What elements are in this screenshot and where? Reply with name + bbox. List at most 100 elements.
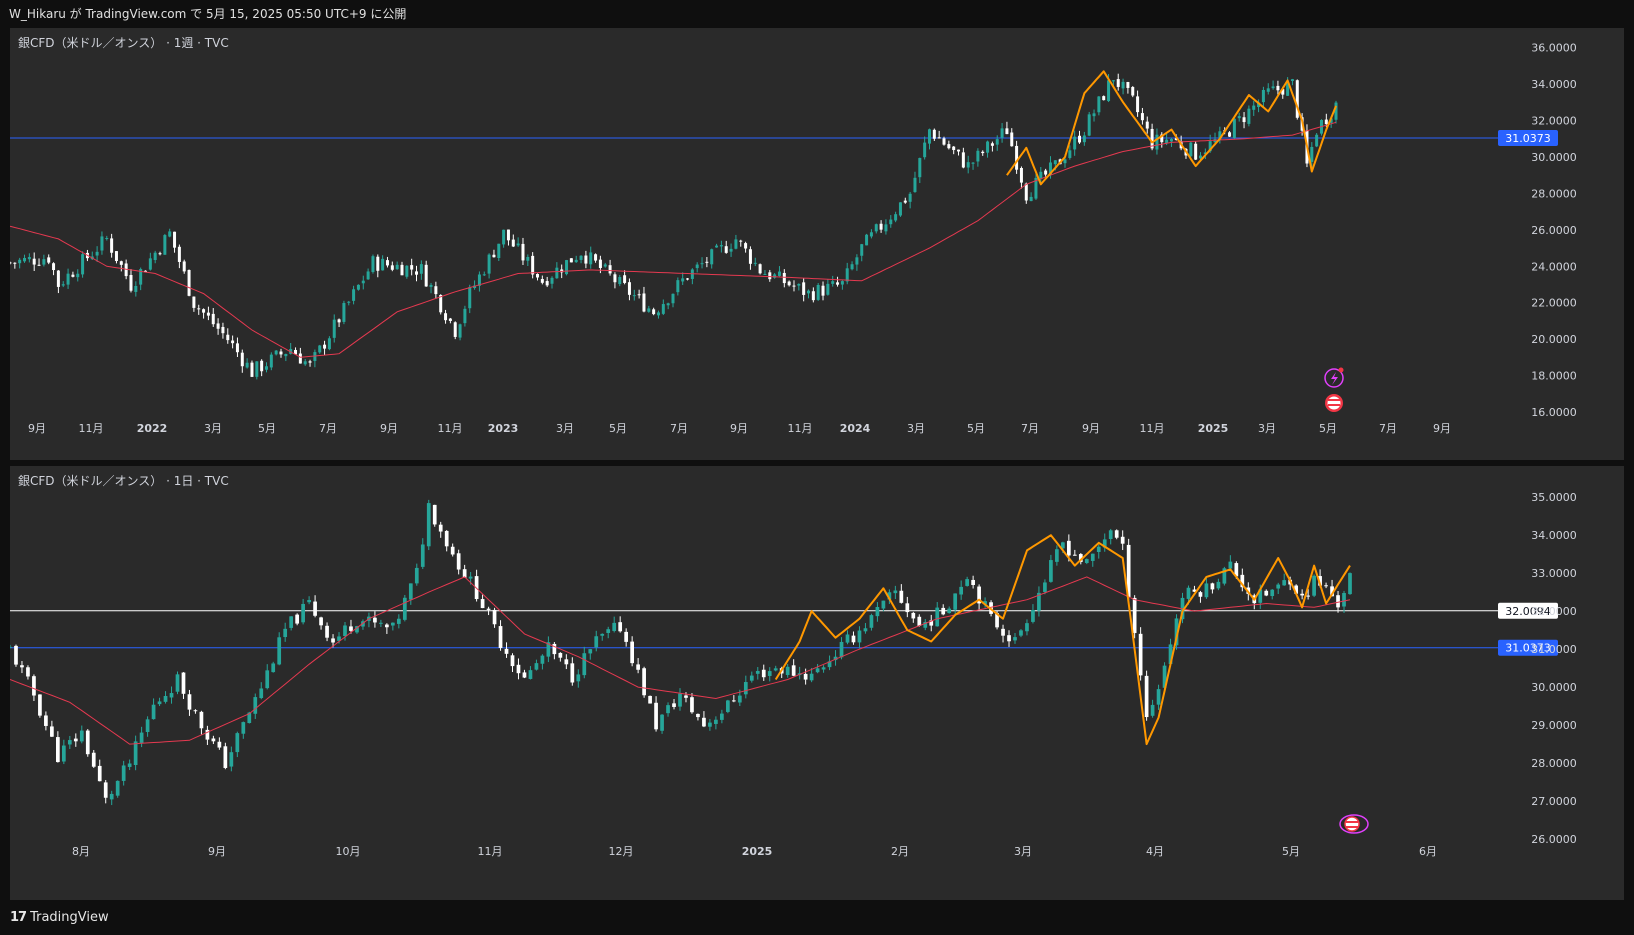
candle bbox=[510, 653, 515, 673]
candle bbox=[744, 241, 748, 253]
candle-body bbox=[550, 277, 554, 284]
candle-body bbox=[608, 265, 612, 274]
candle bbox=[647, 305, 651, 313]
candle-body bbox=[1144, 675, 1149, 718]
us-flag-icon-stripe bbox=[1328, 399, 1340, 401]
candle bbox=[576, 669, 581, 688]
tradingview-brand[interactable]: TradingView bbox=[30, 910, 109, 925]
tradingview-logo-icon: 17 bbox=[10, 910, 27, 925]
candle bbox=[1261, 86, 1265, 107]
candle-body bbox=[1261, 89, 1265, 103]
daily-chart-svg[interactable]: 31.037332.009435.000034.000033.000032.00… bbox=[10, 466, 1624, 900]
candle-body bbox=[240, 352, 244, 367]
candle-body bbox=[632, 295, 636, 297]
candle bbox=[836, 276, 840, 287]
y-tick-label: 30.0000 bbox=[1531, 151, 1577, 164]
candle bbox=[114, 251, 118, 264]
candle bbox=[396, 614, 401, 629]
candle-body bbox=[840, 281, 844, 285]
candle-body bbox=[385, 624, 389, 628]
candle bbox=[301, 598, 305, 625]
candle bbox=[865, 233, 869, 246]
candle bbox=[874, 223, 878, 234]
y-tick-label: 26.0000 bbox=[1531, 224, 1577, 237]
candle bbox=[600, 633, 605, 641]
candle-body bbox=[737, 695, 742, 703]
candle-body bbox=[145, 719, 150, 733]
candle bbox=[1276, 582, 1281, 595]
candle bbox=[85, 729, 90, 757]
candle-body bbox=[654, 702, 658, 730]
candle-body bbox=[67, 740, 72, 745]
candle-body bbox=[755, 670, 760, 674]
candle-body bbox=[97, 765, 102, 782]
candle bbox=[402, 594, 407, 622]
x-tick-label: 11月 bbox=[79, 422, 104, 435]
candle bbox=[148, 252, 152, 271]
candle bbox=[603, 262, 607, 268]
candle-body bbox=[855, 257, 859, 265]
candle-body bbox=[1107, 80, 1111, 102]
candle bbox=[1116, 73, 1120, 91]
candle-body bbox=[576, 674, 581, 682]
candle-body bbox=[941, 607, 946, 615]
y-tick-label: 18.0000 bbox=[1531, 370, 1577, 383]
candle-body bbox=[206, 312, 210, 316]
candle bbox=[570, 657, 575, 686]
x-tick-label: 3月 bbox=[1258, 422, 1276, 435]
candle-body bbox=[719, 245, 723, 247]
candle bbox=[690, 693, 694, 714]
candle bbox=[977, 584, 981, 610]
candle bbox=[283, 622, 288, 642]
candle-body bbox=[226, 334, 230, 341]
candle bbox=[734, 234, 738, 250]
weekly-chart-svg[interactable]: 31.0373 36.0000 34.0000 32.0000 30.0000 28.00… bbox=[10, 28, 1624, 460]
candle-body bbox=[453, 322, 457, 337]
candle bbox=[492, 607, 497, 628]
candle-body bbox=[347, 301, 351, 303]
candle-body bbox=[708, 722, 712, 727]
candle-body bbox=[898, 202, 902, 216]
weekly-chart-pane[interactable]: 銀CFD（米ドル／オンス） · 1週 · TVC 31.0373 36.0000 3… bbox=[10, 28, 1624, 460]
candle-body bbox=[424, 264, 428, 287]
candle bbox=[860, 243, 864, 262]
candle bbox=[1015, 140, 1019, 174]
x-tick-label: 4月 bbox=[1146, 845, 1164, 858]
daily-chart-title: 銀CFD（米ドル／オンス） · 1日 · TVC bbox=[18, 474, 229, 488]
candle bbox=[1252, 100, 1256, 116]
candle bbox=[608, 259, 612, 276]
candle bbox=[158, 251, 162, 256]
y-tick-label: 28.0000 bbox=[1531, 757, 1577, 770]
candle-body bbox=[947, 144, 951, 149]
candle-body bbox=[298, 353, 302, 364]
candle bbox=[474, 569, 479, 602]
candle bbox=[947, 606, 952, 614]
candle-body bbox=[990, 143, 994, 146]
candle-body bbox=[917, 616, 922, 626]
candle-body bbox=[414, 567, 419, 584]
candle-body bbox=[1242, 117, 1246, 123]
candle bbox=[636, 658, 640, 674]
candle-body bbox=[139, 732, 144, 743]
candle bbox=[990, 141, 994, 152]
candle bbox=[811, 287, 815, 303]
daily-chart-pane[interactable]: 銀CFD（米ドル／オンス） · 1日 · TVC 31.0373 32.0094 3… bbox=[10, 466, 1624, 900]
candle bbox=[1282, 573, 1287, 586]
candle bbox=[618, 616, 623, 633]
candle bbox=[56, 270, 60, 294]
candle-body bbox=[506, 229, 510, 241]
candle bbox=[289, 616, 294, 631]
candle bbox=[511, 234, 515, 248]
candle bbox=[245, 358, 249, 369]
candle bbox=[648, 695, 652, 704]
candle-body bbox=[1228, 132, 1232, 137]
candle-body bbox=[803, 673, 808, 680]
candle bbox=[773, 665, 778, 672]
candle bbox=[151, 698, 156, 720]
candle-body bbox=[1126, 82, 1130, 88]
candle bbox=[66, 268, 70, 289]
candle-body bbox=[1039, 171, 1043, 179]
candle bbox=[666, 702, 670, 717]
candle-body bbox=[545, 281, 549, 286]
candle bbox=[206, 306, 210, 321]
